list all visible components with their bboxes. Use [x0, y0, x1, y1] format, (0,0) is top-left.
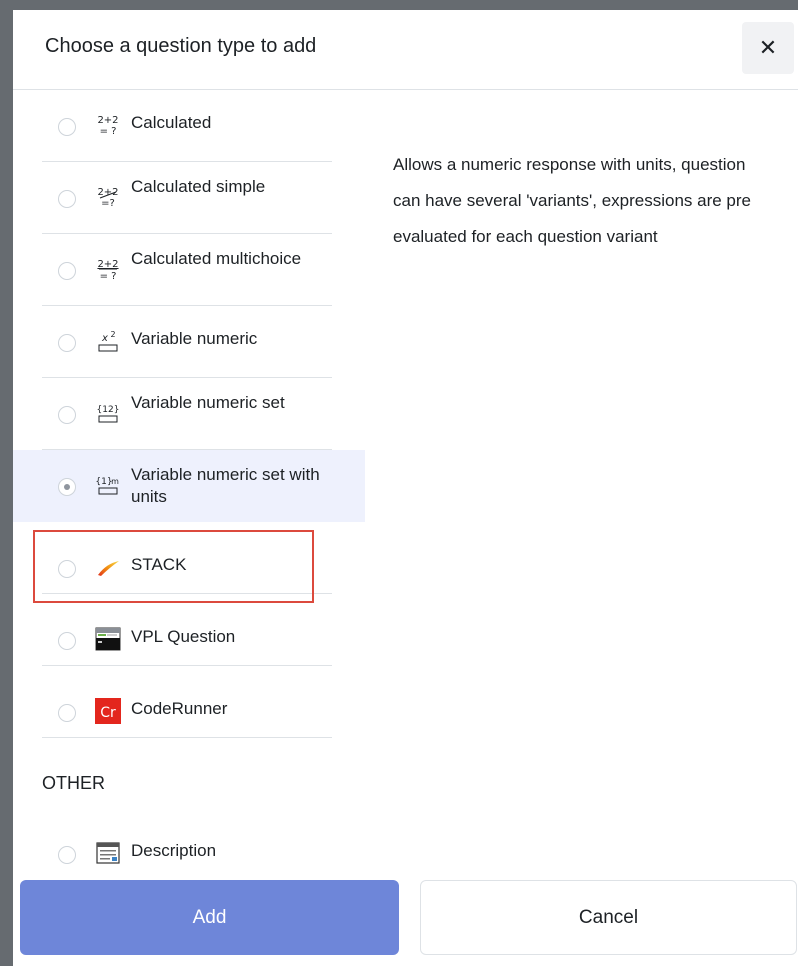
radio-button[interactable]: [58, 632, 76, 650]
vpl-icon: [95, 627, 121, 651]
svg-text:x: x: [101, 333, 108, 344]
question-type-option-selected[interactable]: {1} m Variable numeric set with units: [13, 450, 365, 522]
dialog-footer: Add Cancel: [13, 870, 798, 966]
radio-button[interactable]: [58, 262, 76, 280]
add-question-dialog: Choose a question type to add ✕ 2+2 = ? …: [13, 10, 798, 966]
svg-text:{1}: {1}: [95, 477, 112, 487]
svg-text:2+2: 2+2: [97, 115, 118, 126]
radio-button[interactable]: [58, 406, 76, 424]
radio-button[interactable]: [58, 334, 76, 352]
svg-text:=?: =?: [101, 198, 115, 209]
question-type-label: Calculated simple: [131, 177, 266, 196]
question-type-option[interactable]: 2+2 = ? Calculated: [13, 90, 365, 162]
question-type-label: Variable numeric set: [131, 393, 285, 412]
svg-text:m: m: [111, 477, 119, 486]
radio-button[interactable]: [58, 846, 76, 864]
question-type-option[interactable]: x 2 Variable numeric: [13, 306, 365, 378]
variable-numeric-icon: x 2: [98, 330, 118, 352]
coderunner-icon: Cr: [95, 698, 121, 724]
close-icon: ✕: [758, 35, 778, 60]
question-type-option[interactable]: Description: [13, 810, 365, 870]
question-type-label: Variable numeric set with units: [131, 465, 320, 506]
svg-text:= ?: = ?: [100, 126, 117, 137]
svg-text:Cr: Cr: [100, 705, 116, 721]
divider: [42, 737, 332, 738]
window-frame-top: [0, 0, 798, 10]
variable-numeric-set-icon: {12}: [97, 405, 120, 423]
add-button[interactable]: Add: [20, 880, 399, 955]
svg-text:2: 2: [110, 330, 115, 339]
radio-button[interactable]: [58, 118, 76, 136]
question-type-description: Allows a numeric response with units, qu…: [393, 155, 752, 246]
question-type-option[interactable]: 2+2 = ? Calculated multichoice: [13, 234, 365, 306]
cancel-button[interactable]: Cancel: [420, 880, 797, 955]
question-type-option[interactable]: VPL Question: [13, 594, 365, 666]
question-type-option[interactable]: 2+2 =? Calculated simple: [13, 162, 365, 234]
radio-button[interactable]: [58, 704, 76, 722]
question-type-label: CodeRunner: [131, 699, 228, 718]
question-type-label: Description: [131, 841, 217, 860]
window-frame-left: [0, 0, 13, 966]
question-type-list[interactable]: 2+2 = ? Calculated 2+2 =? Calculated sim…: [13, 90, 373, 870]
svg-text:{12}: {12}: [97, 405, 120, 415]
calculated-icon: 2+2 = ?: [97, 115, 118, 137]
close-button[interactable]: ✕: [742, 22, 794, 74]
calculated-multichoice-icon: 2+2 = ?: [97, 259, 118, 282]
calculated-simple-icon: 2+2 =?: [97, 187, 118, 209]
svg-text:= ?: = ?: [100, 271, 117, 282]
dialog-header: Choose a question type to add ✕: [13, 10, 798, 90]
variable-numeric-set-units-icon: {1} m: [95, 477, 119, 495]
question-type-label: VPL Question: [131, 627, 236, 646]
radio-button[interactable]: [58, 190, 76, 208]
question-type-option[interactable]: Cr CodeRunner: [13, 666, 365, 738]
svg-text:2+2: 2+2: [97, 259, 118, 270]
radio-button-checked[interactable]: [58, 478, 76, 496]
question-type-option[interactable]: {12} Variable numeric set: [13, 378, 365, 450]
question-type-label: Variable numeric: [131, 329, 258, 348]
section-heading-other: OTHER: [42, 773, 105, 793]
question-type-label: Calculated: [131, 113, 212, 132]
selection-highlight-box: [33, 530, 314, 603]
description-icon: [96, 842, 120, 864]
dialog-title: Choose a question type to add: [45, 35, 317, 57]
question-type-label: Calculated multichoice: [131, 249, 302, 268]
